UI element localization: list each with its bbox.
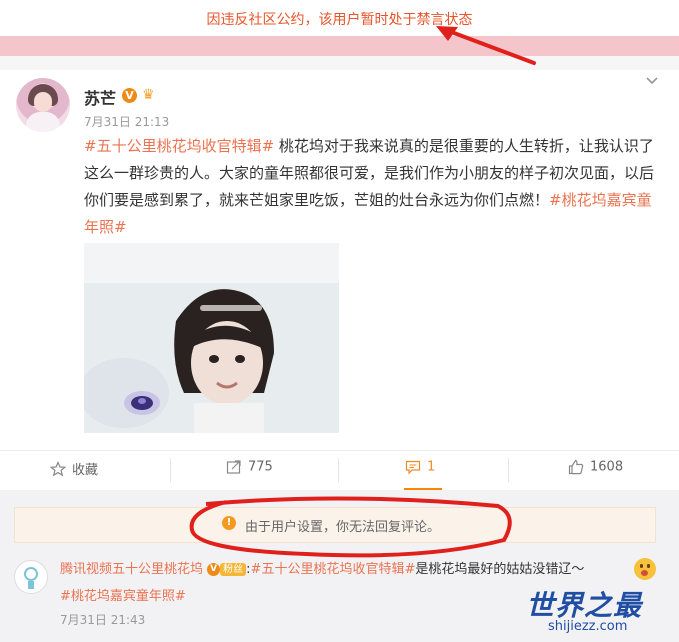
action-divider — [508, 458, 509, 482]
watermark-logo: 世界之最 — [526, 589, 643, 622]
comment-count: 1 — [427, 459, 436, 475]
author-avatar[interactable] — [16, 78, 70, 132]
verified-icon: V — [122, 88, 137, 103]
favorite-label: 收藏 — [72, 463, 99, 478]
topic-tag-link[interactable]: #五十公里桃花坞收官特辑# — [251, 562, 416, 577]
topic-tag-link[interactable]: #五十公里桃花坞收官特辑# — [84, 137, 274, 155]
star-icon — [50, 460, 66, 476]
actions-separator — [0, 450, 679, 451]
verified-icon: V — [207, 563, 221, 576]
comment-text: 腾讯视频五十公里桃花坞 V 粉丝:#五十公里桃花坞收官特辑#是桃花坞最好的姑姑没错… — [60, 562, 585, 577]
section-divider — [0, 56, 679, 70]
action-divider — [170, 458, 171, 482]
annotation-circle — [189, 496, 512, 558]
favorite-button[interactable]: 收藏 — [50, 459, 98, 481]
comment-button[interactable]: 1 — [405, 459, 435, 481]
emoji-icon — [634, 558, 656, 580]
annotation-arrow — [436, 26, 536, 65]
post-photo[interactable] — [84, 243, 339, 433]
commenter-avatar[interactable] — [14, 560, 48, 594]
like-count: 1608 — [590, 459, 624, 475]
post-timestamp[interactable]: 7月31日 21:13 — [84, 113, 169, 130]
like-button[interactable]: 1608 — [568, 459, 623, 481]
comment-body-text: 是桃花坞最好的姑姑没错辽～ — [415, 562, 585, 577]
post-text: #五十公里桃花坞收官特辑# 桃花坞对于我来说真的是很重要的人生转折，让我认识了这… — [84, 133, 656, 241]
repost-icon — [226, 460, 241, 474]
comment-icon — [405, 460, 421, 475]
ban-notice-text: 因违反社区公约，该用户暂时处于禁言状态 — [206, 12, 473, 28]
watermark-url: shijiezz.com — [548, 619, 628, 634]
author-name[interactable]: 苏芒 — [84, 85, 116, 109]
fan-badge: 粉丝 — [220, 563, 247, 576]
vip-crown-icon: ♛ — [142, 87, 155, 103]
repost-button[interactable]: 775 — [226, 459, 273, 481]
repost-count: 775 — [248, 459, 273, 475]
comment-timestamp: 7月31日 21:43 — [60, 613, 146, 627]
chevron-down-icon[interactable] — [644, 73, 660, 89]
thumbs-up-icon — [568, 459, 584, 475]
topic-tag-link[interactable]: #桃花坞嘉宾童年照# — [60, 585, 186, 604]
commenter-name[interactable]: 腾讯视频五十公里桃花坞 — [60, 562, 203, 577]
action-divider — [338, 458, 339, 482]
ban-status-bar — [0, 36, 679, 56]
